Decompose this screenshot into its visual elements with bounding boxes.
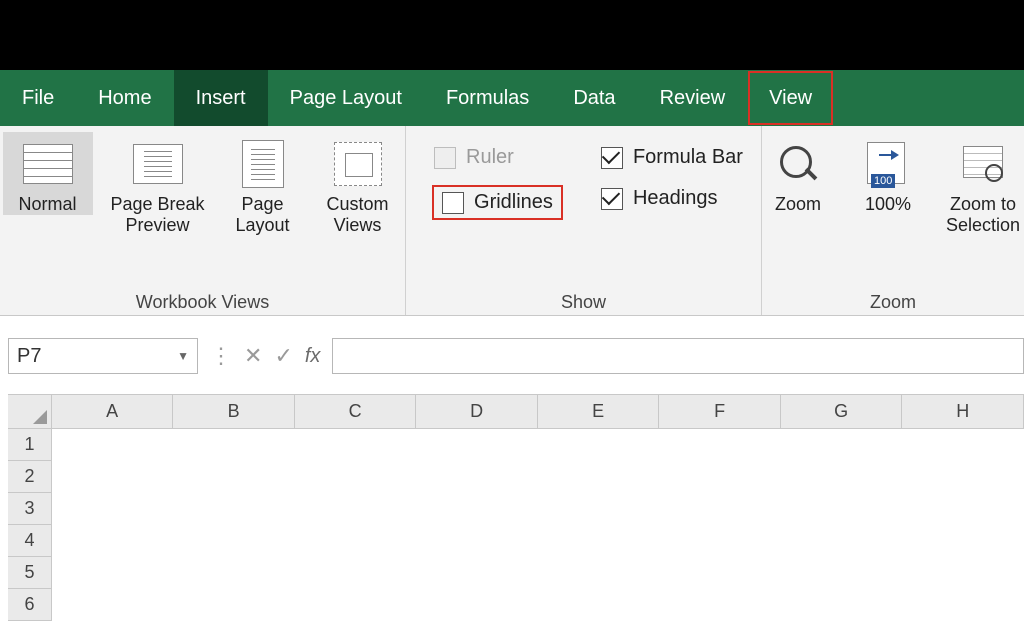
column-header[interactable]: D: [416, 395, 538, 428]
normal-view-button[interactable]: Normal: [3, 132, 93, 215]
custom-views-button[interactable]: Custom Views: [313, 132, 403, 235]
row-headers-area: 1 2 3 4 5 6: [8, 429, 1024, 621]
zoom-to-selection-icon: [959, 142, 1007, 186]
tab-insert[interactable]: Insert: [174, 70, 268, 126]
row-header[interactable]: 1: [8, 429, 52, 461]
checkbox-icon: [601, 147, 623, 169]
cell-row[interactable]: [52, 493, 1024, 525]
column-header[interactable]: A: [52, 395, 174, 428]
tab-view[interactable]: View: [747, 70, 834, 126]
column-header[interactable]: E: [538, 395, 660, 428]
column-header[interactable]: H: [902, 395, 1024, 428]
tab-data[interactable]: Data: [551, 70, 637, 126]
group-show: Ruler Gridlines Formula Bar Headings Sho…: [406, 126, 762, 315]
column-header[interactable]: B: [173, 395, 295, 428]
tab-formulas[interactable]: Formulas: [424, 70, 551, 126]
gridlines-checkbox[interactable]: Gridlines: [434, 187, 561, 218]
fx-icon[interactable]: fx: [305, 345, 321, 368]
ribbon-body: Normal Page Break Preview Page Layout Cu…: [0, 126, 1024, 316]
zoom-100-button[interactable]: 100%: [848, 132, 928, 215]
name-box-value: P7: [17, 345, 41, 368]
formula-bar-buttons: ⋮ ✕ ✓ fx: [210, 343, 320, 369]
annotation-top-band: [0, 0, 1024, 70]
zoom-to-selection-button[interactable]: Zoom to Selection: [938, 132, 1024, 235]
ribbon-tabs: File Home Insert Page Layout Formulas Da…: [0, 70, 1024, 126]
select-all-corner[interactable]: [8, 395, 52, 428]
tab-home[interactable]: Home: [76, 70, 173, 126]
column-header[interactable]: G: [781, 395, 903, 428]
custom-views-icon: [334, 142, 382, 186]
group-label-workbook-views: Workbook Views: [136, 290, 269, 313]
enter-icon[interactable]: ✓: [274, 343, 292, 369]
page-break-preview-button[interactable]: Page Break Preview: [103, 132, 213, 235]
normal-view-icon: [23, 144, 73, 184]
checkbox-icon: [442, 192, 464, 214]
magnifier-icon: [776, 142, 820, 186]
formula-input[interactable]: [332, 338, 1024, 374]
checkbox-icon: [601, 188, 623, 210]
row-header[interactable]: 2: [8, 461, 52, 493]
page-break-icon: [133, 144, 183, 184]
chevron-down-icon[interactable]: ▼: [177, 349, 189, 363]
tab-page-layout[interactable]: Page Layout: [268, 70, 424, 126]
column-header[interactable]: F: [659, 395, 781, 428]
column-header[interactable]: C: [295, 395, 417, 428]
name-box[interactable]: P7 ▼: [8, 338, 198, 374]
checkbox-icon: [434, 147, 456, 169]
row-header[interactable]: 5: [8, 557, 52, 589]
row-header[interactable]: 3: [8, 493, 52, 525]
group-label-show: Show: [561, 290, 606, 313]
cell-row[interactable]: [52, 589, 1024, 621]
headings-checkbox[interactable]: Headings: [601, 187, 743, 210]
tab-file[interactable]: File: [0, 70, 76, 126]
formula-bar-checkbox[interactable]: Formula Bar: [601, 146, 743, 169]
cell-row[interactable]: [52, 461, 1024, 493]
zoom-button[interactable]: Zoom: [758, 132, 838, 215]
cell-row[interactable]: [52, 525, 1024, 557]
dots-icon: ⋮: [210, 343, 232, 369]
worksheet: A B C D E F G H 1 2 3 4 5 6: [8, 394, 1024, 628]
page-layout-button[interactable]: Page Layout: [223, 132, 303, 235]
cancel-icon[interactable]: ✕: [244, 343, 262, 369]
row-header[interactable]: 6: [8, 589, 52, 621]
column-headers: A B C D E F G H: [8, 395, 1024, 429]
ruler-checkbox: Ruler: [434, 146, 561, 169]
tab-review[interactable]: Review: [638, 70, 748, 126]
row-header[interactable]: 4: [8, 525, 52, 557]
page-layout-icon: [242, 140, 284, 188]
zoom-100-icon: [863, 142, 913, 186]
group-workbook-views: Normal Page Break Preview Page Layout Cu…: [0, 126, 406, 315]
cell-row[interactable]: [52, 429, 1024, 461]
cell-row[interactable]: [52, 557, 1024, 589]
formula-bar: P7 ▼ ⋮ ✕ ✓ fx: [8, 334, 1024, 378]
group-label-zoom: Zoom: [870, 290, 916, 313]
group-zoom: Zoom 100% Zoom to Selection Zoom: [762, 126, 1024, 315]
